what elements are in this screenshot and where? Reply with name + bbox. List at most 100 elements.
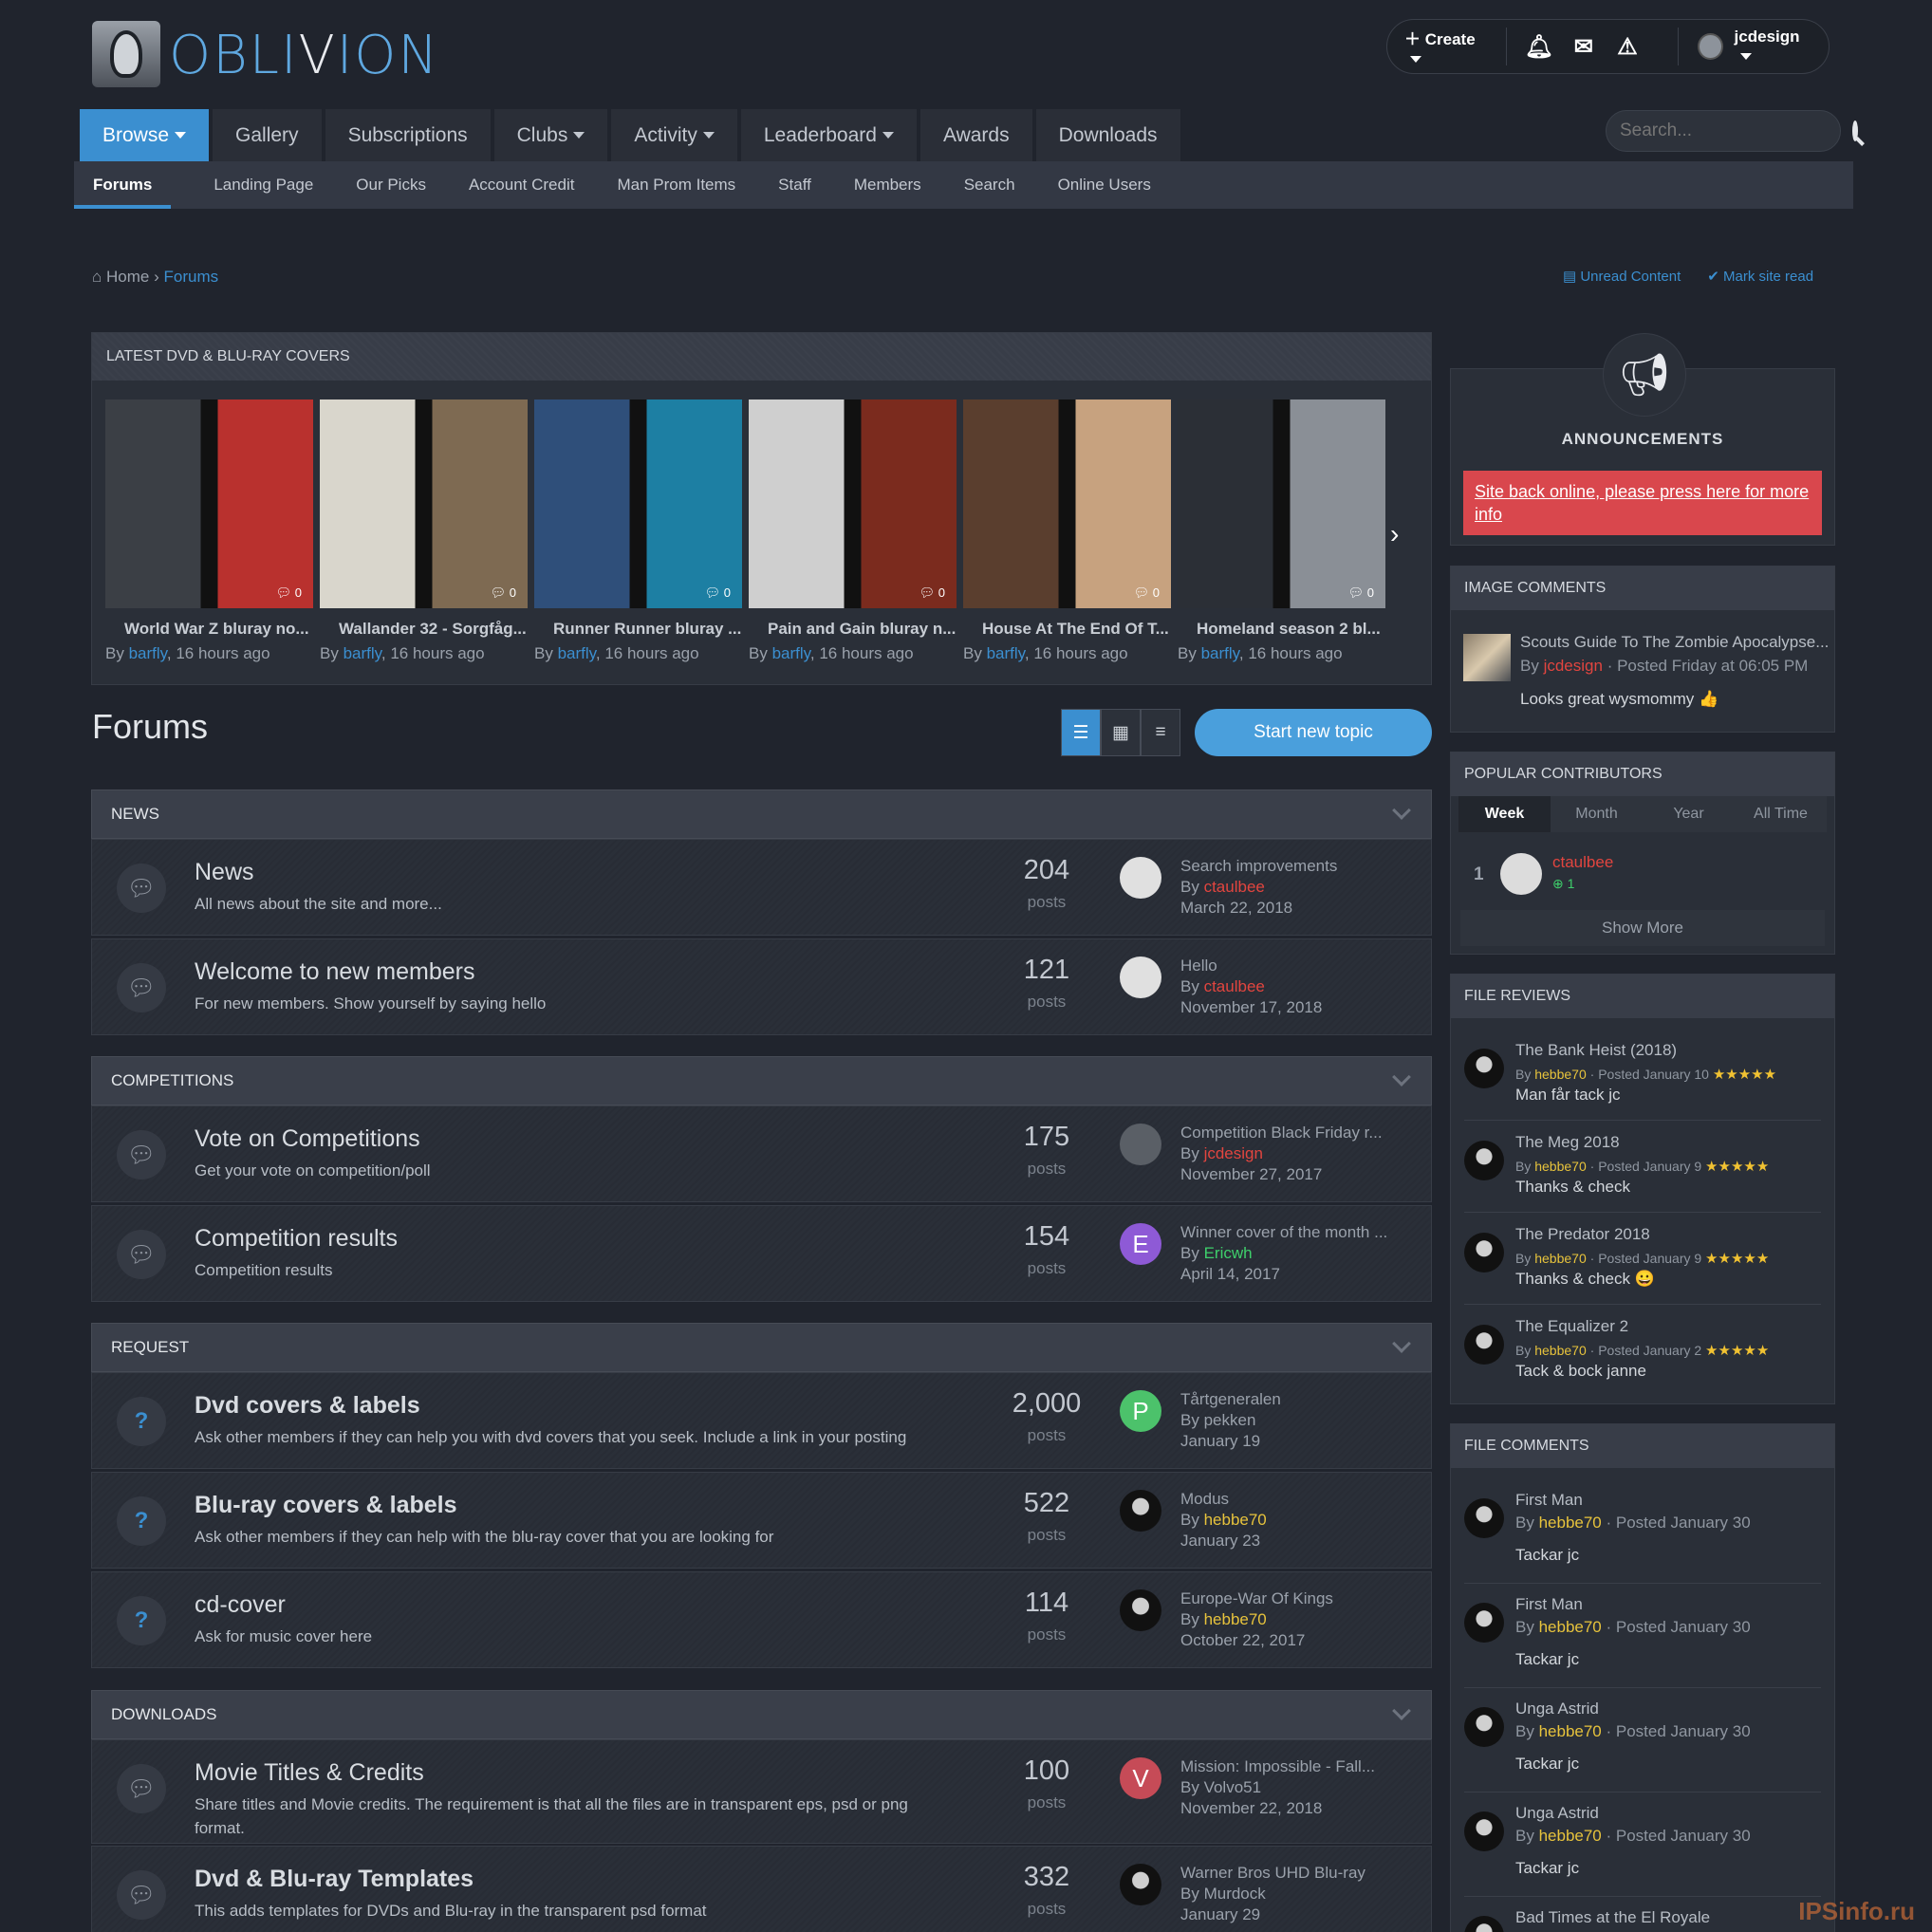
cover-author[interactable]: barfly bbox=[344, 644, 381, 662]
last-post-author[interactable]: Murdock bbox=[1204, 1885, 1266, 1903]
forum-title[interactable]: Welcome to new members bbox=[195, 958, 474, 986]
avatar[interactable] bbox=[1120, 1589, 1161, 1631]
cover-image[interactable]: 💬︎ 0 bbox=[534, 399, 742, 608]
review-title[interactable]: The Bank Heist (2018) bbox=[1515, 1041, 1677, 1060]
create-button[interactable]: ＋ Create bbox=[1404, 26, 1487, 68]
last-post-title[interactable]: Hello bbox=[1180, 956, 1418, 976]
nav-item-awards[interactable]: Awards bbox=[920, 109, 1032, 161]
tab-month[interactable]: Month bbox=[1551, 796, 1643, 832]
nav-item-browse[interactable]: Browse bbox=[80, 109, 210, 161]
cover-image[interactable]: 💬︎ 0 bbox=[749, 399, 957, 608]
image-comment-title[interactable]: Scouts Guide To The Zombie Apocalypse... bbox=[1520, 633, 1829, 652]
review-title[interactable]: The Equalizer 2 bbox=[1515, 1317, 1628, 1336]
forum-title[interactable]: Vote on Competitions bbox=[195, 1125, 420, 1153]
file-comment-title[interactable]: First Man bbox=[1515, 1595, 1583, 1614]
cover-image[interactable]: 💬︎ 0 bbox=[1178, 399, 1385, 608]
site-logo-text[interactable]: OBLIVION bbox=[169, 25, 439, 86]
cover-item[interactable]: 💬︎ 0 House At The End Of T... By barfly, 1… bbox=[963, 399, 1171, 675]
bell-icon[interactable]: 🔔︎ bbox=[1524, 34, 1552, 60]
file-comment-title[interactable]: Unga Astrid bbox=[1515, 1804, 1599, 1823]
chevron-down-icon[interactable] bbox=[1392, 1701, 1411, 1720]
avatar[interactable] bbox=[1120, 857, 1161, 899]
site-logo-icon[interactable] bbox=[92, 21, 160, 87]
last-post-title[interactable]: Tårtgeneralen bbox=[1180, 1389, 1418, 1410]
avatar[interactable] bbox=[1120, 1864, 1161, 1905]
cover-title[interactable]: World War Z bluray no... bbox=[105, 620, 313, 639]
subnav-item-our-picks[interactable]: Our Picks bbox=[356, 161, 426, 209]
envelope-icon[interactable]: ✉ bbox=[1571, 34, 1596, 60]
grid-view-icon[interactable]: ▦ bbox=[1101, 709, 1141, 756]
mark-site-read-link[interactable]: ✔ Mark site read bbox=[1707, 268, 1813, 285]
avatar[interactable]: V bbox=[1120, 1757, 1161, 1799]
breadcrumb-home[interactable]: Home bbox=[106, 268, 149, 286]
subnav-item-landing-page[interactable]: Landing Page bbox=[214, 161, 313, 209]
cover-author[interactable]: barfly bbox=[558, 644, 596, 662]
cover-author[interactable]: barfly bbox=[987, 644, 1025, 662]
avatar[interactable] bbox=[1464, 1498, 1504, 1538]
last-post-author[interactable]: hebbe70 bbox=[1204, 1511, 1267, 1529]
breadcrumb-forums[interactable]: Forums bbox=[163, 268, 218, 286]
cover-item[interactable]: 💬︎ 0 Homeland season 2 bl... By barfly, 16… bbox=[1178, 399, 1385, 675]
image-thumbnail[interactable] bbox=[1463, 634, 1511, 681]
last-post-author[interactable]: Volvo51 bbox=[1204, 1778, 1262, 1796]
cover-image[interactable]: 💬︎ 0 bbox=[963, 399, 1171, 608]
contributor-name[interactable]: ctaulbee bbox=[1552, 853, 1613, 872]
cover-title[interactable]: Wallander 32 - Sorgfåg... bbox=[320, 620, 528, 639]
chevron-down-icon[interactable] bbox=[1392, 801, 1411, 820]
cover-author[interactable]: barfly bbox=[772, 644, 810, 662]
subnav-item-members[interactable]: Members bbox=[854, 161, 921, 209]
avatar[interactable] bbox=[1464, 1141, 1504, 1180]
cover-author[interactable]: barfly bbox=[1201, 644, 1239, 662]
last-post-author[interactable]: jcdesign bbox=[1204, 1144, 1263, 1162]
cover-title[interactable]: Runner Runner bluray ... bbox=[534, 620, 742, 639]
avatar[interactable] bbox=[1464, 1233, 1504, 1273]
nav-item-downloads[interactable]: Downloads bbox=[1035, 109, 1180, 161]
subnav-item-staff[interactable]: Staff bbox=[778, 161, 811, 209]
subnav-item-man-prom-items[interactable]: Man Prom Items bbox=[617, 161, 735, 209]
file-comment-title[interactable]: First Man bbox=[1515, 1491, 1583, 1510]
cover-item[interactable]: 💬︎ 0 Wallander 32 - Sorgfåg... By barfly, … bbox=[320, 399, 528, 675]
cover-author[interactable]: barfly bbox=[129, 644, 167, 662]
avatar[interactable] bbox=[1120, 1490, 1161, 1532]
subnav-item-search[interactable]: Search bbox=[964, 161, 1015, 209]
last-post-author[interactable]: hebbe70 bbox=[1204, 1610, 1267, 1628]
last-post-title[interactable]: Winner cover of the month ... bbox=[1180, 1222, 1418, 1243]
nav-item-activity[interactable]: Activity bbox=[611, 109, 737, 161]
last-post-title[interactable]: Search improvements bbox=[1180, 856, 1418, 877]
show-more-button[interactable]: Show More bbox=[1460, 910, 1825, 946]
chevron-right-icon[interactable]: › bbox=[1390, 519, 1399, 549]
avatar[interactable]: E bbox=[1120, 1223, 1161, 1265]
forum-title[interactable]: News bbox=[195, 859, 254, 886]
subnav-item-account-credit[interactable]: Account Credit bbox=[469, 161, 575, 209]
tab-year[interactable]: Year bbox=[1643, 796, 1735, 832]
subnav-item-forums[interactable]: Forums bbox=[74, 161, 172, 209]
nav-item-gallery[interactable]: Gallery bbox=[213, 109, 322, 161]
cover-item[interactable]: 💬︎ 0 World War Z bluray no... By barfly, 1… bbox=[105, 399, 313, 675]
avatar[interactable] bbox=[1464, 1049, 1504, 1088]
tab-all-time[interactable]: All Time bbox=[1735, 796, 1827, 832]
file-comment-title[interactable]: Bad Times at the El Royale bbox=[1515, 1908, 1710, 1927]
start-new-topic-button[interactable]: Start new topic bbox=[1195, 709, 1432, 756]
cover-item[interactable]: 💬︎ 0 Pain and Gain bluray n... By barfly, … bbox=[749, 399, 957, 675]
last-post-author[interactable]: Ericwh bbox=[1204, 1244, 1253, 1262]
file-comment-title[interactable]: Unga Astrid bbox=[1515, 1700, 1599, 1718]
last-post-title[interactable]: Mission: Impossible - Fall... bbox=[1180, 1756, 1418, 1777]
cover-title[interactable]: House At The End Of T... bbox=[963, 620, 1171, 639]
cover-title[interactable]: Pain and Gain bluray n... bbox=[749, 620, 957, 639]
subnav-item-online-users[interactable]: Online Users bbox=[1058, 161, 1151, 209]
chevron-down-icon[interactable] bbox=[1392, 1334, 1411, 1353]
chevron-down-icon[interactable] bbox=[1392, 1068, 1411, 1087]
avatar[interactable] bbox=[1120, 957, 1161, 998]
avatar[interactable] bbox=[1464, 1707, 1504, 1747]
warning-icon[interactable]: ⚠ bbox=[1615, 34, 1640, 60]
avatar[interactable] bbox=[1120, 1124, 1161, 1165]
cover-item[interactable]: 💬︎ 0 Runner Runner bluray ... By barfly, 1… bbox=[534, 399, 742, 675]
last-post-author[interactable]: pekken bbox=[1204, 1411, 1256, 1429]
avatar[interactable]: P bbox=[1120, 1390, 1161, 1432]
cover-image[interactable]: 💬︎ 0 bbox=[320, 399, 528, 608]
username-menu[interactable]: jcdesign bbox=[1735, 28, 1811, 65]
search-icon[interactable] bbox=[1852, 121, 1858, 141]
tab-week[interactable]: Week bbox=[1458, 796, 1551, 832]
last-post-title[interactable]: Europe-War Of Kings bbox=[1180, 1588, 1418, 1609]
avatar[interactable] bbox=[1464, 1603, 1504, 1643]
